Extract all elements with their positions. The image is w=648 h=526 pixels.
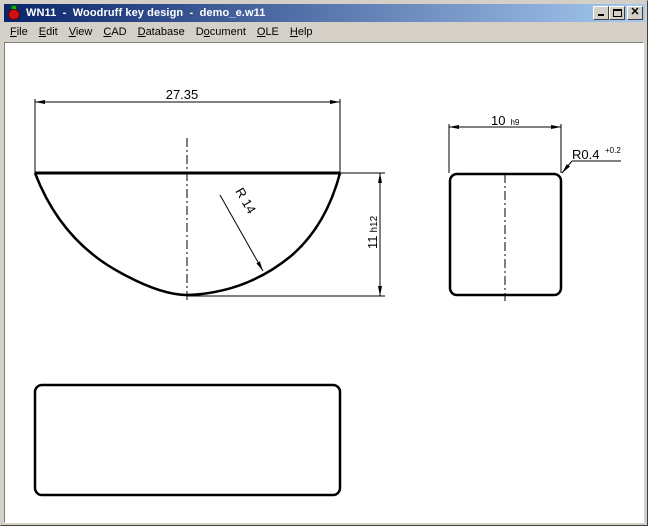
radius-dimension-text: R 14 bbox=[232, 185, 259, 216]
cad-drawing: 27.35 R 14 11h12 10 h9 R0.4 +0.2 bbox=[33, 87, 621, 497]
application-window: WN11 - Woodruff key design - demo_e.w11 … bbox=[0, 0, 648, 526]
side-view: 27.35 R 14 11h12 bbox=[33, 87, 385, 301]
maximize-icon bbox=[613, 9, 622, 17]
height-dimension-text: 11h12 bbox=[365, 215, 380, 249]
width-dimension-text: 27.35 bbox=[166, 87, 199, 102]
menu-edit[interactable]: Edit bbox=[33, 24, 63, 41]
corner-radius-leader bbox=[561, 160, 573, 174]
menu-ole[interactable]: OLE bbox=[251, 24, 284, 41]
maximize-button[interactable] bbox=[609, 6, 625, 20]
menu-document[interactable]: Document bbox=[190, 24, 251, 41]
window-title: WN11 - Woodruff key design - demo_e.w11 bbox=[26, 7, 266, 19]
minimize-icon bbox=[598, 14, 604, 16]
menu-cad[interactable]: CAD bbox=[97, 24, 131, 41]
menu-help[interactable]: Help bbox=[284, 24, 318, 41]
close-button[interactable]: ✕ bbox=[627, 6, 643, 20]
menu-view[interactable]: View bbox=[63, 24, 98, 41]
menu-bar: File Edit View CAD Database Document OLE… bbox=[4, 23, 645, 42]
title-bar[interactable]: WN11 - Woodruff key design - demo_e.w11 … bbox=[4, 4, 645, 22]
close-icon: ✕ bbox=[630, 6, 640, 18]
top-view bbox=[33, 383, 342, 497]
corner-radius-text: R0.4 bbox=[572, 147, 599, 162]
end-width-dimension-text: 10 h9 bbox=[491, 113, 520, 128]
corner-radius-tolerance: +0.2 bbox=[605, 146, 621, 155]
menu-file[interactable]: File bbox=[4, 24, 33, 41]
menu-database[interactable]: Database bbox=[132, 24, 190, 41]
app-icon[interactable] bbox=[6, 5, 22, 21]
top-view-outline bbox=[33, 383, 342, 497]
drawing-canvas[interactable]: 27.35 R 14 11h12 10 h9 R0.4 +0.2 bbox=[4, 42, 644, 523]
minimize-button[interactable] bbox=[593, 6, 609, 20]
end-view: 10 h9 R0.4 +0.2 bbox=[448, 113, 621, 301]
